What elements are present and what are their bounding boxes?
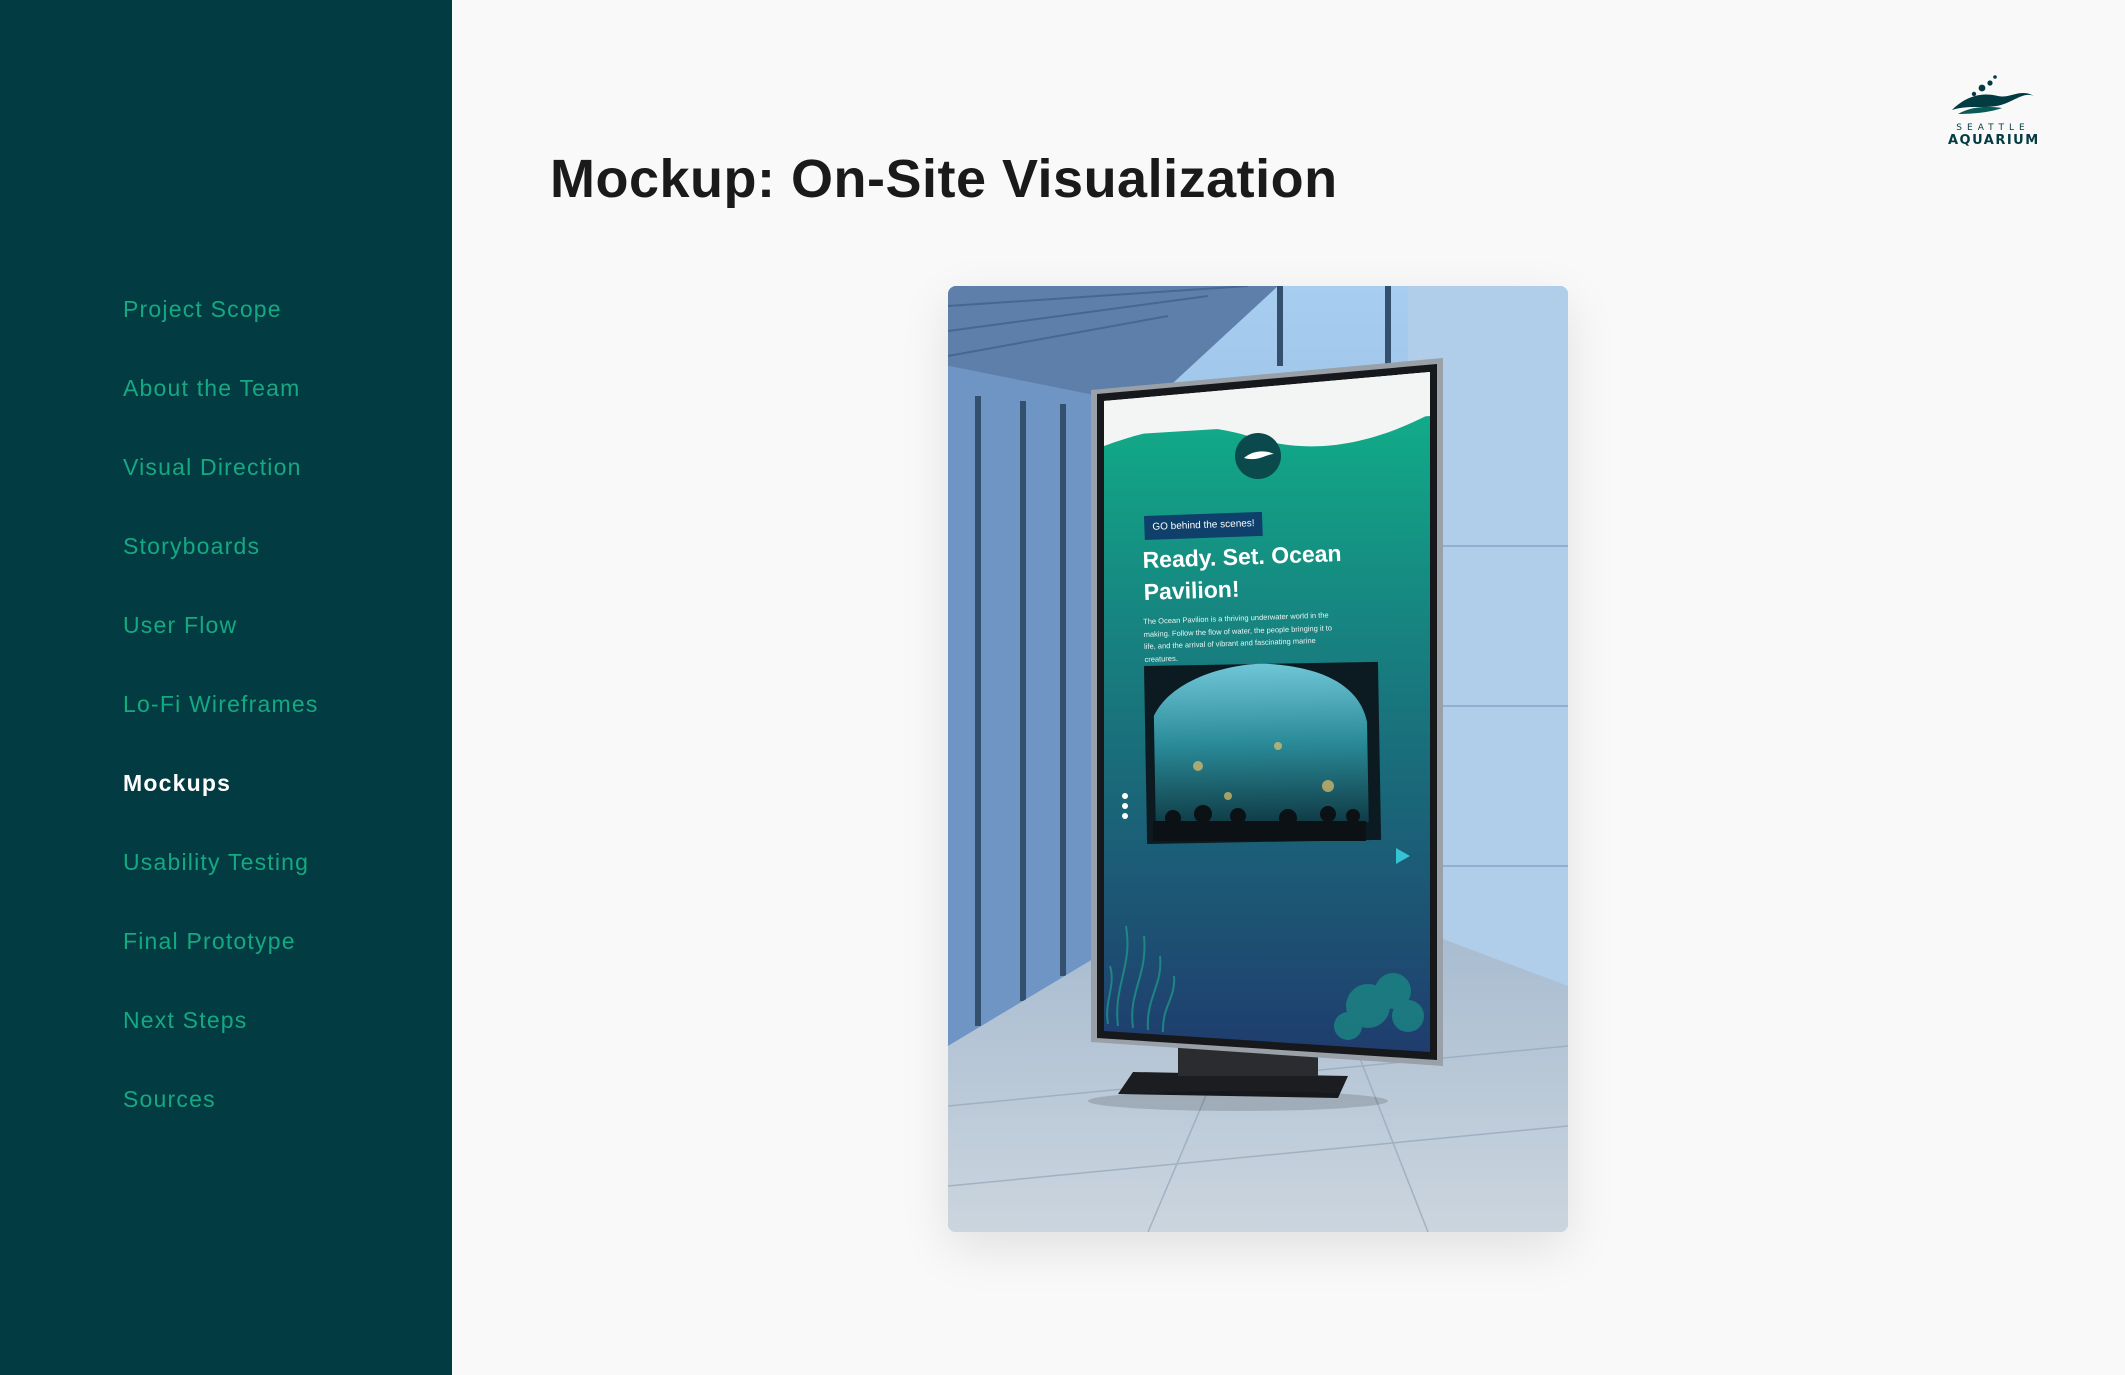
kiosk-scene [948,286,1568,1232]
sidebar-item-project-scope[interactable]: Project Scope [123,270,319,349]
more-options-icon [1122,793,1128,819]
sidebar-item-storyboards[interactable]: Storyboards [123,507,319,586]
wave-logo-icon [1952,75,2034,114]
sidebar-item-next-steps[interactable]: Next Steps [123,981,319,1060]
sidebar-item-user-flow[interactable]: User Flow [123,586,319,665]
sidebar-item-visual-direction[interactable]: Visual Direction [123,428,319,507]
sidebar-nav: Project Scope About the Team Visual Dire… [123,270,319,1139]
sidebar: Project Scope About the Team Visual Dire… [0,0,452,1375]
sidebar-item-lo-fi-wireframes[interactable]: Lo-Fi Wireframes [123,665,319,744]
sidebar-item-sources[interactable]: Sources [123,1060,319,1139]
page-title: Mockup: On-Site Visualization [550,149,1338,209]
sidebar-item-about-the-team[interactable]: About the Team [123,349,319,428]
sidebar-item-usability-testing[interactable]: Usability Testing [123,823,319,902]
logo-text-seattle: SEATTLE [1956,123,2030,133]
sidebar-item-mockups[interactable]: Mockups [123,744,319,823]
kiosk-mockup-image: GO behind the scenes! Ready. Set. Ocean … [948,286,1568,1232]
kiosk-body-copy: The Ocean Pavilion is a thriving underwa… [1143,610,1333,664]
kiosk-headline: Ready. Set. Ocean Pavilion! [1142,540,1342,605]
behind-the-scenes-badge: GO behind the scenes! [1144,511,1264,540]
logo-text-aquarium: AQUARIUM [1948,133,2040,148]
seattle-aquarium-logo: SEATTLE AQUARIUM [1948,74,2038,150]
sidebar-item-final-prototype[interactable]: Final Prototype [123,902,319,981]
